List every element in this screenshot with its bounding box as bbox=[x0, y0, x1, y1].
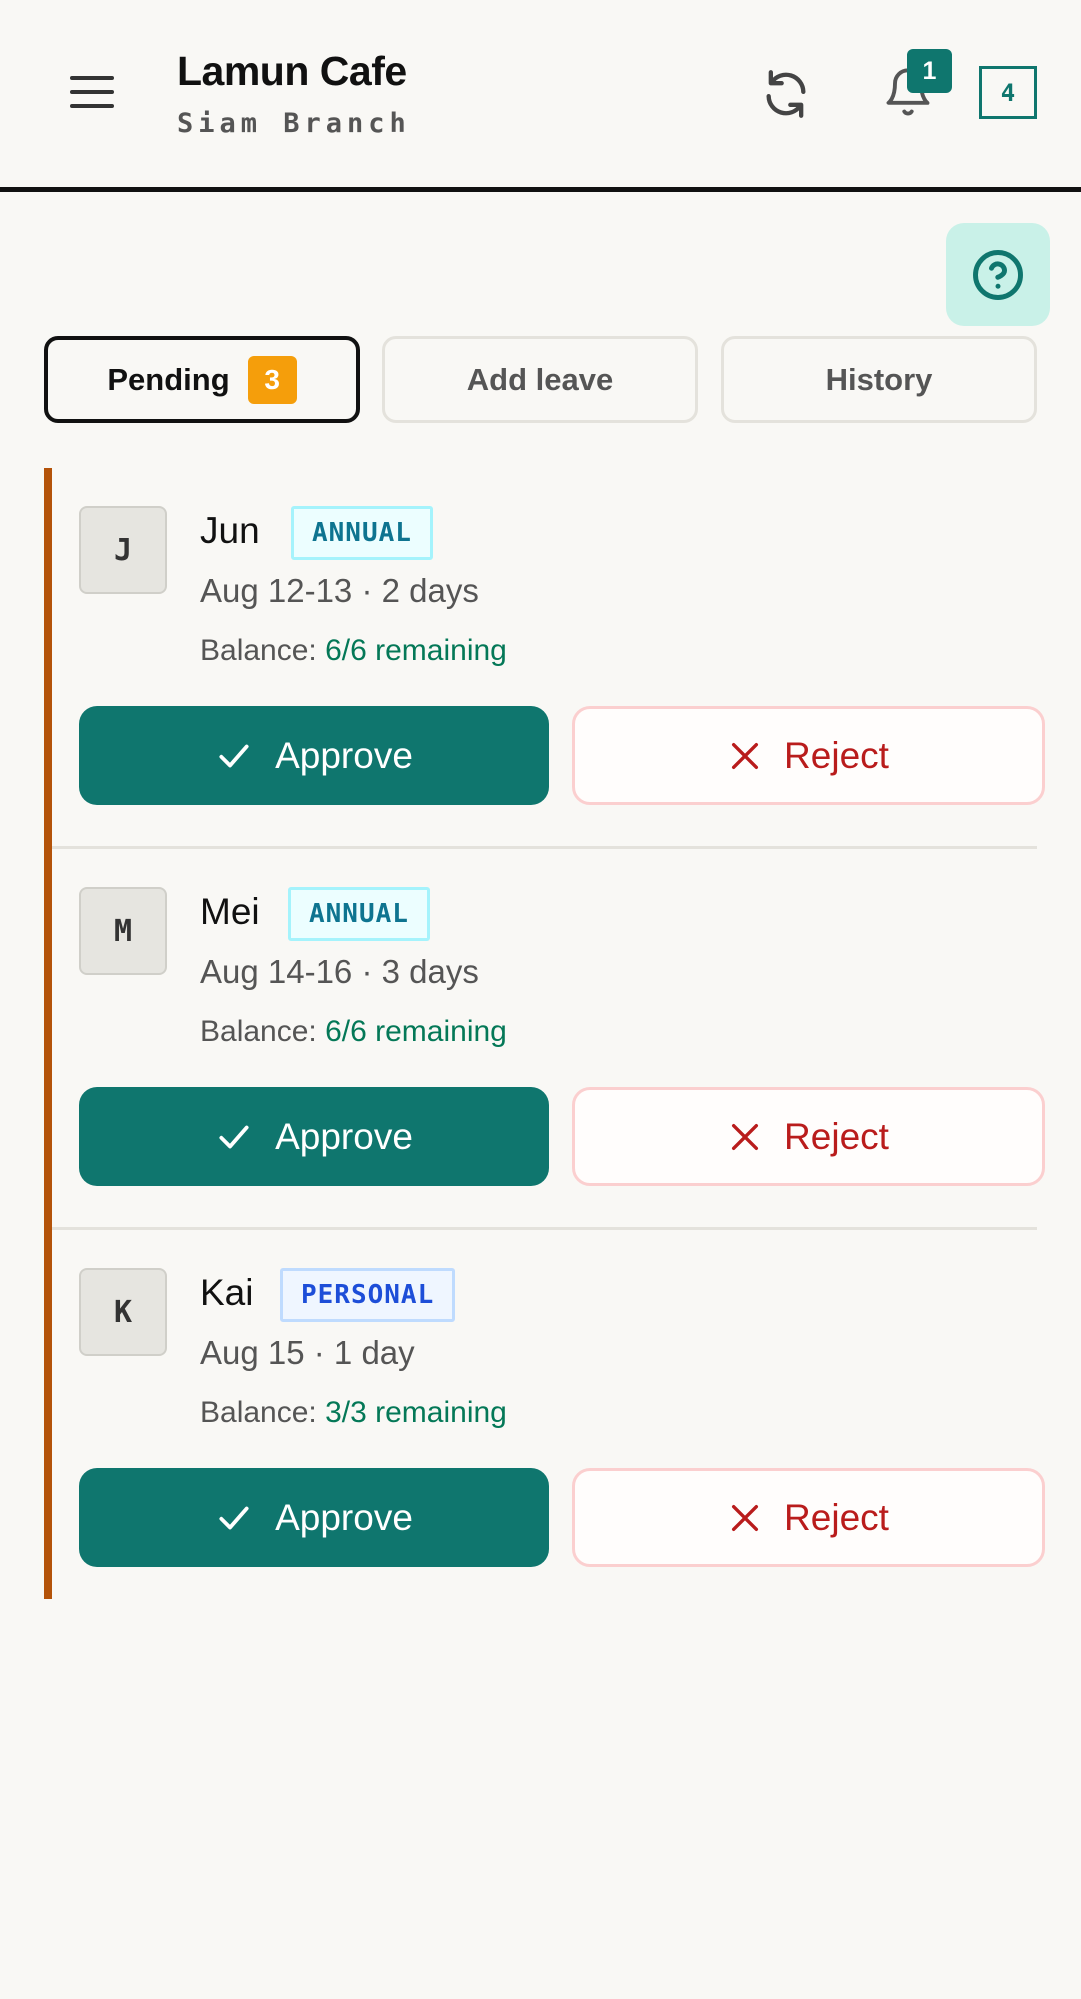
leave-balance: Balance: 3/3 remaining bbox=[200, 1396, 507, 1430]
notification-badge: 1 bbox=[907, 49, 952, 93]
approve-label: Approve bbox=[275, 1115, 413, 1157]
help-icon bbox=[973, 249, 1023, 300]
request-card: M Mei ANNUAL Aug 14-16 · 3 days Balance:… bbox=[44, 849, 1045, 1230]
reject-label: Reject bbox=[784, 734, 889, 776]
help-button[interactable] bbox=[946, 223, 1050, 326]
check-icon bbox=[219, 1506, 249, 1529]
tab-history[interactable]: History bbox=[721, 336, 1037, 423]
leave-dates: Aug 15 · 1 day bbox=[200, 1334, 415, 1371]
menu-icon[interactable] bbox=[70, 72, 116, 112]
approve-button[interactable]: Approve bbox=[79, 1468, 549, 1567]
branch-name: Siam Branch bbox=[177, 108, 411, 139]
reject-label: Reject bbox=[784, 1115, 889, 1157]
leave-dates: Aug 14-16 · 3 days bbox=[200, 953, 479, 990]
employee-name: Mei bbox=[200, 891, 260, 932]
reject-button[interactable]: Reject bbox=[572, 1087, 1045, 1186]
approve-button[interactable]: Approve bbox=[79, 1087, 549, 1186]
leave-type-badge: ANNUAL bbox=[291, 506, 433, 560]
close-icon bbox=[732, 742, 759, 769]
balance-label: Balance: bbox=[200, 1015, 317, 1048]
leave-type-badge: PERSONAL bbox=[280, 1268, 456, 1322]
leave-type-badge: ANNUAL bbox=[288, 887, 430, 941]
approve-label: Approve bbox=[275, 734, 413, 776]
tab-label: Pending bbox=[107, 361, 230, 397]
approve-label: Approve bbox=[275, 1496, 413, 1538]
balance-label: Balance: bbox=[200, 634, 317, 667]
avatar: J bbox=[79, 506, 167, 594]
count-box[interactable]: 4 bbox=[979, 66, 1037, 119]
tab-label: History bbox=[825, 361, 933, 397]
check-icon bbox=[219, 1125, 249, 1148]
employee-name: Kai bbox=[200, 1272, 254, 1313]
leave-balance: Balance: 6/6 remaining bbox=[200, 1015, 507, 1049]
approve-button[interactable]: Approve bbox=[79, 706, 549, 805]
tab-label: Add leave bbox=[466, 361, 614, 397]
leave-dates: Aug 12-13 · 2 days bbox=[200, 572, 479, 609]
request-card: K Kai PERSONAL Aug 15 · 1 day Balance: 3… bbox=[44, 1230, 1045, 1599]
avatar: K bbox=[79, 1268, 167, 1356]
reject-label: Reject bbox=[784, 1496, 889, 1538]
app-header: Lamun Cafe Siam Branch 1 4 bbox=[0, 0, 1081, 192]
app-title: Lamun Cafe bbox=[177, 48, 407, 94]
leave-balance: Balance: 6/6 remaining bbox=[200, 634, 507, 668]
tab-add-leave[interactable]: Add leave bbox=[382, 336, 698, 423]
close-icon bbox=[732, 1123, 759, 1150]
avatar: M bbox=[79, 887, 167, 975]
employee-name: Jun bbox=[200, 510, 260, 551]
balance-value: 3/3 remaining bbox=[325, 1396, 507, 1429]
balance-value: 6/6 remaining bbox=[325, 1015, 507, 1048]
balance-value: 6/6 remaining bbox=[325, 634, 507, 667]
check-icon bbox=[219, 744, 249, 767]
close-icon bbox=[732, 1504, 759, 1531]
balance-label: Balance: bbox=[200, 1396, 317, 1429]
request-list: J Jun ANNUAL Aug 12-13 · 2 days Balance:… bbox=[44, 468, 1045, 1599]
reject-button[interactable]: Reject bbox=[572, 1468, 1045, 1567]
request-card: J Jun ANNUAL Aug 12-13 · 2 days Balance:… bbox=[44, 468, 1045, 849]
refresh-icon[interactable] bbox=[760, 68, 812, 120]
reject-button[interactable]: Reject bbox=[572, 706, 1045, 805]
tab-pending[interactable]: Pending 3 bbox=[44, 336, 360, 423]
pending-count-badge: 3 bbox=[247, 355, 297, 404]
